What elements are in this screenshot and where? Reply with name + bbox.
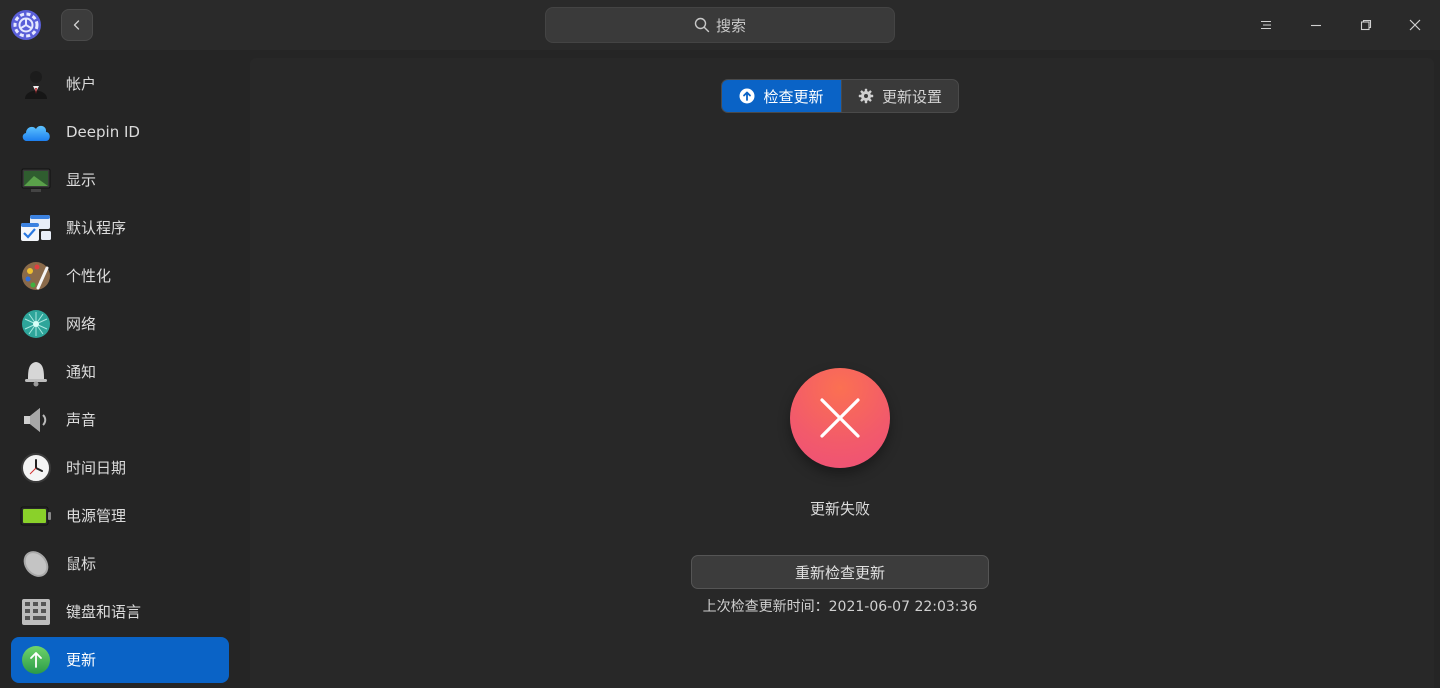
update-panel: 检查更新 更新设置 更新失败 重新检查更新 上次检查更新时间：2021-06-0…	[250, 58, 1434, 688]
clock-icon	[21, 453, 51, 483]
sidebar-item-label: 帐户	[66, 75, 97, 93]
sidebar-item-label: 电源管理	[66, 507, 127, 525]
control-center-window: 搜索 帐户 Deepin ID 显示 默认程序 个性化 网络 通知 声音 时间日…	[0, 0, 1440, 688]
search-icon	[694, 17, 710, 33]
sidebar: 帐户 Deepin ID 显示 默认程序 个性化 网络 通知 声音 时间日期 电…	[0, 50, 240, 688]
sidebar-item-datetime[interactable]: 时间日期	[11, 445, 229, 491]
sidebar-item-network[interactable]: 网络	[11, 301, 229, 347]
network-icon	[22, 310, 50, 338]
tab-update-settings[interactable]: 更新设置	[841, 80, 958, 112]
sidebar-item-keyboard[interactable]: 键盘和语言	[11, 589, 229, 635]
back-button[interactable]	[61, 9, 93, 41]
personalization-icon	[22, 262, 50, 290]
close-button[interactable]	[1390, 0, 1440, 50]
sidebar-item-personalization[interactable]: 个性化	[11, 253, 229, 299]
restore-icon	[1360, 19, 1372, 31]
minimize-icon	[1311, 24, 1321, 27]
sidebar-item-label: 声音	[66, 411, 97, 429]
title-bar: 搜索	[0, 0, 1440, 50]
sidebar-item-label: 通知	[66, 363, 97, 381]
sidebar-item-deepin-id[interactable]: Deepin ID	[11, 109, 229, 155]
account-icon	[25, 71, 47, 99]
upload-icon	[739, 88, 755, 104]
bell-icon	[25, 362, 47, 387]
sidebar-item-default-apps[interactable]: 默认程序	[11, 205, 229, 251]
recheck-update-button[interactable]: 重新检查更新	[691, 555, 989, 589]
sidebar-item-notification[interactable]: 通知	[11, 349, 229, 395]
speaker-icon	[24, 408, 47, 432]
mouse-icon	[23, 551, 49, 577]
menu-icon	[1261, 20, 1271, 30]
sidebar-item-label: 鼠标	[66, 555, 97, 573]
sidebar-item-display[interactable]: 显示	[11, 157, 229, 203]
close-icon	[1409, 19, 1421, 31]
update-tabs: 检查更新 更新设置	[721, 79, 959, 113]
search-placeholder: 搜索	[715, 16, 746, 35]
gear-icon	[858, 88, 874, 104]
chevron-left-icon	[73, 20, 80, 30]
keyboard-icon	[22, 599, 50, 625]
sidebar-item-label: 默认程序	[66, 219, 127, 237]
menu-button[interactable]	[1241, 0, 1291, 50]
sidebar-item-mouse[interactable]: 鼠标	[11, 541, 229, 587]
sidebar-item-label: 时间日期	[66, 459, 127, 477]
sidebar-item-label: 个性化	[66, 267, 112, 285]
tab-check-update[interactable]: 检查更新	[722, 80, 841, 112]
sidebar-item-sound[interactable]: 声音	[11, 397, 229, 443]
sidebar-item-label: Deepin ID	[66, 123, 140, 141]
update-icon	[22, 646, 50, 674]
sidebar-item-label: 显示	[66, 171, 97, 189]
sidebar-item-label: 网络	[66, 315, 97, 333]
default-apps-icon	[21, 215, 51, 241]
control-center-logo-icon	[11, 10, 41, 40]
tab-label: 更新设置	[881, 87, 942, 106]
maximize-button[interactable]	[1341, 0, 1391, 50]
sidebar-item-update[interactable]: 更新	[11, 637, 229, 683]
cross-icon	[820, 398, 860, 438]
sidebar-item-label: 更新	[66, 651, 97, 669]
cloud-icon	[22, 125, 50, 141]
battery-icon	[20, 506, 51, 526]
sidebar-item-account[interactable]: 帐户	[11, 61, 229, 107]
sidebar-item-label: 键盘和语言	[66, 603, 142, 621]
display-icon	[21, 168, 51, 192]
update-status-text: 更新失败	[809, 500, 870, 518]
update-failed-icon	[790, 368, 890, 468]
sidebar-item-power[interactable]: 电源管理	[11, 493, 229, 539]
last-check-time: 上次检查更新时间：2021-06-07 22:03:36	[702, 599, 978, 615]
minimize-button[interactable]	[1291, 0, 1341, 50]
search-input[interactable]: 搜索	[545, 7, 895, 43]
tab-label: 检查更新	[763, 87, 824, 106]
